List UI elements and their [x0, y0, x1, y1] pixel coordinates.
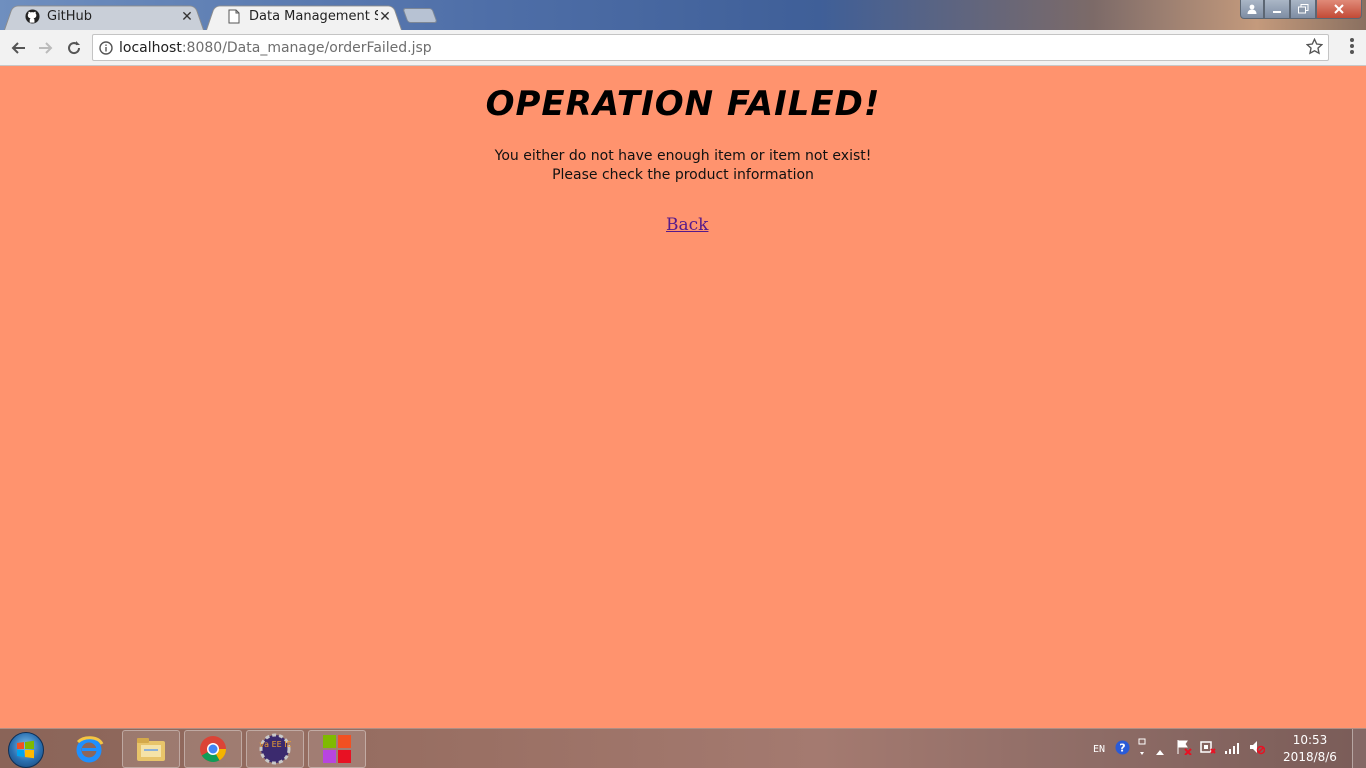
- input-options-icon[interactable]: [1138, 738, 1146, 760]
- close-tab-icon[interactable]: ✕: [378, 9, 392, 25]
- tab-data-management[interactable]: Data Management Syst ✕: [206, 3, 402, 31]
- network-adapter-icon[interactable]: [1200, 739, 1216, 759]
- back-arrow-icon[interactable]: [6, 36, 30, 60]
- java-ee-label: Java EE IDE: [259, 740, 291, 749]
- tab-label: GitHub: [47, 9, 93, 24]
- java-ee-ide-icon[interactable]: Java EE IDE: [246, 730, 304, 768]
- browser-titlebar: GitHub ✕ Data Management Syst ✕: [0, 0, 1366, 31]
- tiles-app-icon[interactable]: [308, 730, 366, 768]
- wifi-signal-icon[interactable]: [1224, 740, 1241, 759]
- show-hidden-icons-icon[interactable]: [1156, 740, 1165, 759]
- language-indicator[interactable]: EN: [1093, 744, 1105, 755]
- tab-label: Data Management Syst: [249, 9, 378, 24]
- page-icon: [226, 9, 242, 25]
- start-button[interactable]: [8, 732, 44, 768]
- window-controls: [1240, 0, 1362, 19]
- site-info-icon[interactable]: [93, 40, 119, 55]
- internet-explorer-icon[interactable]: [60, 730, 118, 768]
- windows-taskbar: Java EE IDE EN ? 10:53 2018/8/6: [0, 728, 1366, 768]
- volume-muted-icon[interactable]: [1249, 739, 1266, 759]
- page-title: Operation failed!: [485, 84, 881, 124]
- new-tab-button[interactable]: [402, 8, 438, 23]
- url-text: localhost:8080/Data_manage/orderFailed.j…: [119, 40, 432, 56]
- help-icon[interactable]: ?: [1115, 740, 1130, 759]
- close-tab-icon[interactable]: ✕: [180, 9, 194, 25]
- back-link[interactable]: Back: [666, 215, 708, 235]
- tab-github[interactable]: GitHub ✕: [4, 3, 204, 31]
- system-clock[interactable]: 10:53 2018/8/6: [1280, 732, 1340, 766]
- clock-time: 10:53: [1292, 733, 1328, 747]
- reload-icon[interactable]: [62, 36, 86, 60]
- github-icon: [24, 9, 40, 25]
- svg-text:?: ?: [1119, 741, 1125, 754]
- page-content: Operation failed! You either do not have…: [0, 66, 1366, 728]
- user-profile-icon[interactable]: [1240, 0, 1264, 19]
- windows-logo-icon: [17, 740, 34, 759]
- restore-button[interactable]: [1290, 0, 1316, 19]
- browser-toolbar: localhost:8080/Data_manage/orderFailed.j…: [0, 30, 1366, 66]
- error-message-line1: You either do not have enough item or it…: [494, 148, 872, 164]
- url-host: localhost: [119, 39, 182, 56]
- forward-arrow-icon[interactable]: [34, 36, 58, 60]
- minimize-button[interactable]: [1264, 0, 1290, 19]
- chrome-icon[interactable]: [184, 730, 242, 768]
- url-path: :8080/Data_manage/orderFailed.jsp: [181, 39, 432, 56]
- error-message-line2: Please check the product information: [552, 167, 814, 183]
- show-desktop-button[interactable]: [1352, 729, 1366, 768]
- bookmark-star-icon[interactable]: [1305, 37, 1324, 59]
- address-bar[interactable]: localhost:8080/Data_manage/orderFailed.j…: [92, 34, 1329, 61]
- file-explorer-icon[interactable]: [122, 730, 180, 768]
- browser-menu-icon[interactable]: [1350, 38, 1356, 56]
- system-tray: EN ?: [1093, 729, 1266, 768]
- action-center-flag-icon[interactable]: [1176, 739, 1192, 759]
- clock-date: 2018/8/6: [1283, 750, 1337, 764]
- close-window-button[interactable]: [1316, 0, 1362, 19]
